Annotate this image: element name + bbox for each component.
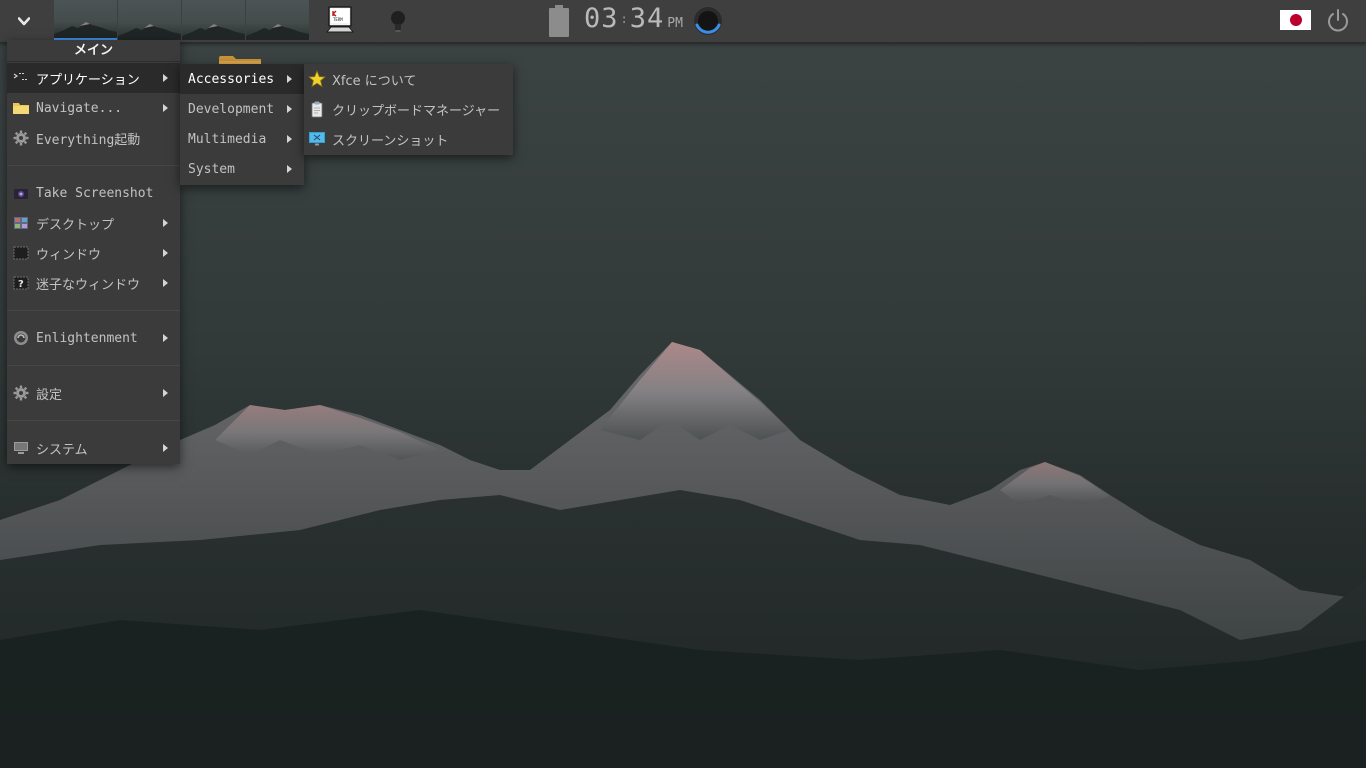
- menu-item-label: クリップボードマネージャー: [332, 103, 501, 119]
- submenu-arrow-icon: [163, 219, 168, 227]
- clock[interactable]: 03 : 34 PM: [584, 3, 683, 39]
- pager-desk-2[interactable]: [118, 0, 181, 40]
- main-menu-title: メイン: [7, 40, 180, 62]
- svg-text:TERM: TERM: [333, 17, 343, 22]
- pager-desk-3[interactable]: [182, 0, 245, 40]
- desktop-pager: [54, 0, 310, 40]
- clipboard-icon: [308, 100, 326, 118]
- clock-ampm: PM: [667, 16, 683, 31]
- menu-separator: [7, 420, 180, 421]
- app-item-about-xfce[interactable]: Xfce について: [304, 64, 513, 94]
- submenu-arrow-icon: [287, 75, 292, 83]
- pager-desk-4[interactable]: [246, 0, 309, 40]
- menu-item-label: Everything起動: [36, 132, 141, 148]
- applications-icon: [12, 69, 30, 87]
- menu-item-navigate[interactable]: Navigate...: [7, 93, 180, 123]
- menu-item-window[interactable]: ウィンドウ: [7, 238, 180, 268]
- menu-item-everything[interactable]: Everything起動: [7, 123, 180, 153]
- menu-item-label: アプリケーション: [36, 72, 140, 88]
- star-icon: [308, 70, 326, 88]
- menu-item-lost-windows[interactable]: ? 迷子なウィンドウ: [7, 268, 180, 298]
- menu-item-label: Multimedia: [188, 131, 267, 147]
- menu-item-label: 迷子なウィンドウ: [36, 277, 141, 293]
- gear-icon: [12, 129, 30, 147]
- clock-separator: :: [620, 12, 628, 26]
- submenu-arrow-icon: [163, 249, 168, 257]
- window-icon: [12, 244, 30, 262]
- menu-item-label: デスクトップ: [36, 217, 115, 233]
- applications-submenu: Accessories Development Multimedia Syste…: [180, 64, 304, 185]
- app-item-screenshot[interactable]: スクリーンショット: [304, 124, 513, 154]
- battery-icon: [549, 5, 569, 37]
- menu-item-take-screenshot[interactable]: Take Screenshot: [7, 178, 180, 208]
- menu-item-applications[interactable]: アプリケーション: [7, 63, 180, 93]
- app-item-clipboard-manager[interactable]: クリップボードマネージャー: [304, 94, 513, 124]
- menu-separator: [7, 310, 180, 311]
- submenu-item-accessories[interactable]: Accessories: [180, 64, 304, 94]
- submenu-arrow-icon: [163, 389, 168, 397]
- submenu-arrow-icon: [287, 135, 292, 143]
- menu-item-label: Xfce について: [332, 73, 417, 89]
- main-menu: メイン アプリケーション Navigate... Everything起動 Ta…: [7, 40, 180, 464]
- menu-item-label: Enlightenment: [36, 330, 138, 346]
- accessories-submenu: Xfce について クリップボードマネージャー スクリーンショット: [304, 64, 513, 155]
- enlightenment-icon: [12, 329, 30, 347]
- submenu-arrow-icon: [163, 444, 168, 452]
- menu-item-label: Take Screenshot: [36, 185, 154, 201]
- submenu-arrow-icon: [163, 279, 168, 287]
- japan-flag-icon: [1289, 14, 1302, 26]
- menu-item-system[interactable]: システム: [7, 433, 180, 463]
- gear-icon: [12, 384, 30, 402]
- menu-separator: [7, 365, 180, 366]
- menu-item-desktop[interactable]: デスクトップ: [7, 208, 180, 238]
- lightbulb-icon[interactable]: [387, 9, 409, 33]
- submenu-arrow-icon: [287, 105, 292, 113]
- menu-separator: [7, 165, 180, 166]
- clock-minutes: 34: [629, 3, 665, 34]
- submenu-item-multimedia[interactable]: Multimedia: [180, 124, 304, 154]
- menu-item-label: Development: [188, 101, 275, 117]
- camera-icon: [12, 184, 30, 202]
- top-shelf: TERM 03 : 34 PM: [0, 0, 1366, 43]
- power-icon[interactable]: [1325, 8, 1351, 34]
- keyboard-layout-flag[interactable]: [1280, 10, 1311, 30]
- submenu-arrow-icon: [163, 104, 168, 112]
- kterm-icon: TERM: [326, 6, 354, 33]
- folder-icon: [12, 99, 30, 117]
- submenu-arrow-icon: [163, 74, 168, 82]
- submenu-item-system[interactable]: System: [180, 154, 304, 184]
- menu-item-label: システム: [36, 442, 88, 458]
- lost-window-icon: ?: [12, 274, 30, 292]
- submenu-item-development[interactable]: Development: [180, 94, 304, 124]
- computer-icon: [12, 439, 30, 457]
- busy-spinner-icon: [694, 7, 722, 35]
- desktop-icon: [12, 214, 30, 232]
- menu-item-label: Navigate...: [36, 100, 123, 116]
- start-menu-button[interactable]: [6, 6, 42, 36]
- chevron-down-icon: [18, 16, 30, 25]
- menu-item-settings[interactable]: 設定: [7, 378, 180, 408]
- menu-item-label: 設定: [36, 387, 63, 403]
- menu-item-label: ウィンドウ: [36, 247, 102, 263]
- screenshot-icon: [308, 130, 326, 148]
- kterm-launcher[interactable]: TERM: [326, 6, 354, 34]
- submenu-arrow-icon: [287, 165, 292, 173]
- menu-item-enlightenment[interactable]: Enlightenment: [7, 323, 180, 353]
- menu-item-label: Accessories: [188, 71, 275, 87]
- menu-item-label: スクリーンショット: [332, 133, 449, 149]
- menu-item-label: System: [188, 161, 235, 177]
- clock-hours: 03: [584, 3, 619, 34]
- pager-desk-1[interactable]: [54, 0, 117, 40]
- submenu-arrow-icon: [163, 334, 168, 342]
- svg-text:?: ?: [18, 279, 24, 290]
